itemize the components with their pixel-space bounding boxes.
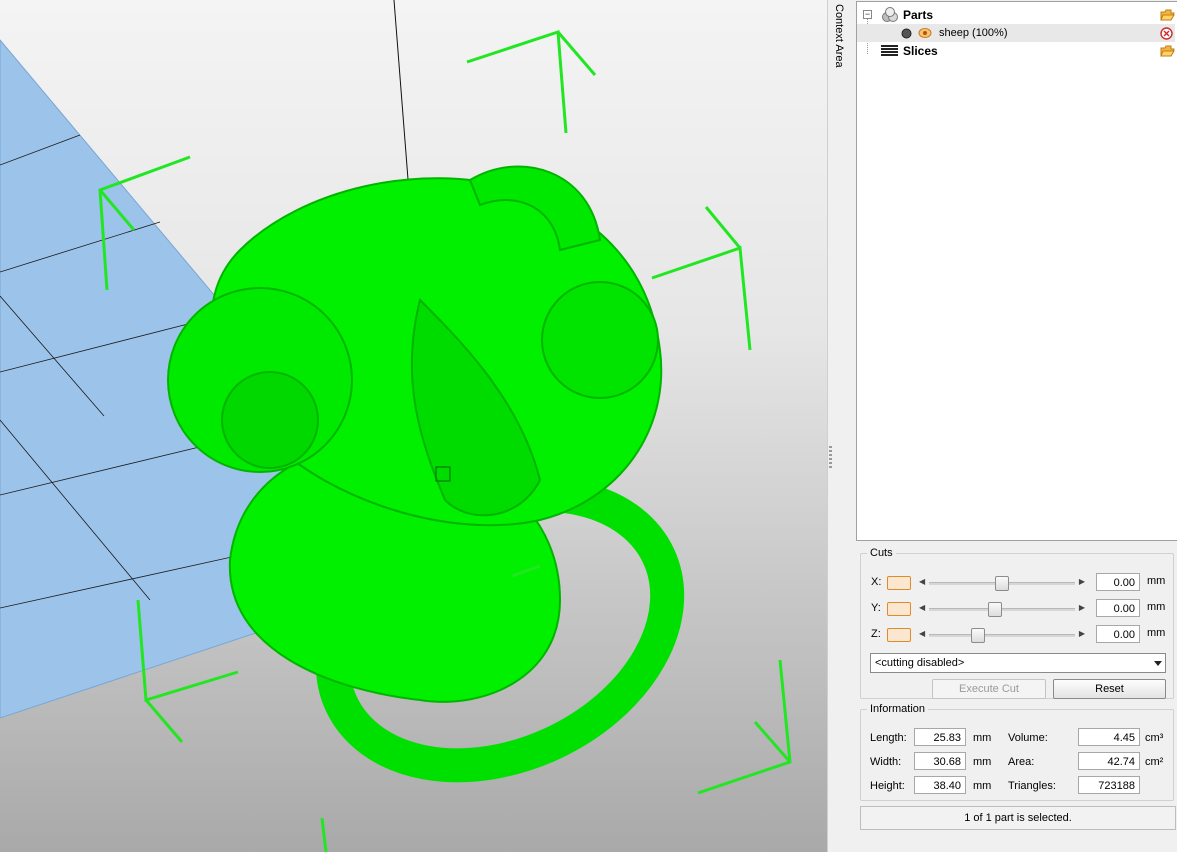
- tree-row-parts[interactable]: − Parts: [857, 6, 1175, 24]
- splitter-grip[interactable]: [829, 446, 832, 470]
- triangles-value: 723188: [1078, 776, 1140, 794]
- part-dot-icon: [901, 28, 912, 39]
- volume-value: 4.45: [1078, 728, 1140, 746]
- tree-row-slices[interactable]: Slices: [857, 42, 1175, 60]
- length-value: 25.83: [914, 728, 966, 746]
- remove-icon[interactable]: [1160, 27, 1173, 40]
- context-area-splitter[interactable]: Context Area: [827, 0, 856, 852]
- slider-thumb[interactable]: [988, 602, 1003, 617]
- length-unit: mm: [973, 732, 992, 744]
- object-tree[interactable]: − Parts sheep (100%) Slices: [856, 1, 1177, 541]
- execute-cut-button[interactable]: Execute Cut: [932, 679, 1046, 699]
- 3d-viewport[interactable]: [0, 0, 827, 852]
- parts-label: Parts: [903, 8, 934, 22]
- height-unit: mm: [973, 780, 992, 792]
- slider-thumb[interactable]: [995, 576, 1009, 591]
- part-name: sheep (100%): [939, 27, 1008, 39]
- width-label: Width:: [870, 756, 902, 768]
- z-axis-line: [393, 0, 411, 206]
- width-unit: mm: [973, 756, 992, 768]
- context-area-label: Context Area: [833, 4, 845, 68]
- folder-open-icon[interactable]: [1160, 9, 1175, 21]
- reset-button[interactable]: Reset: [1053, 679, 1166, 699]
- cut-z-input[interactable]: 0.00: [1096, 625, 1140, 643]
- cut-y-unit: mm: [1147, 601, 1166, 613]
- slider-left-arrow-icon[interactable]: ◀: [919, 603, 925, 612]
- length-label: Length:: [870, 732, 907, 744]
- slices-icon: [881, 45, 898, 56]
- cutting-mode-select[interactable]: <cutting disabled>: [870, 653, 1166, 673]
- slider-thumb[interactable]: [971, 628, 986, 643]
- slider-track[interactable]: [929, 634, 1075, 637]
- scene-canvas[interactable]: [0, 0, 827, 852]
- information-title: Information: [870, 703, 926, 715]
- folder-open-icon[interactable]: [1160, 45, 1175, 57]
- cut-x-unit: mm: [1147, 575, 1166, 587]
- cut-z-unit: mm: [1147, 627, 1166, 639]
- area-value: 42.74: [1078, 752, 1140, 770]
- height-value: 38.40: [914, 776, 966, 794]
- selection-status: 1 of 1 part is selected.: [860, 806, 1176, 830]
- cut-y-slider[interactable]: ◀ ▶: [919, 602, 1085, 617]
- parts-cubes-icon: [882, 7, 898, 22]
- slider-right-arrow-icon[interactable]: ▶: [1079, 603, 1085, 612]
- cut-z-slider[interactable]: ◀ ▶: [919, 628, 1085, 643]
- cut-z-label: Z:: [871, 628, 881, 640]
- triangles-label: Triangles:: [1008, 780, 1056, 792]
- tree-row-sheep[interactable]: sheep (100%): [857, 24, 1175, 42]
- cut-y-input[interactable]: 0.00: [1096, 599, 1140, 617]
- slider-left-arrow-icon[interactable]: ◀: [919, 577, 925, 586]
- volume-label: Volume:: [1008, 732, 1048, 744]
- cutting-mode-value: <cutting disabled>: [875, 657, 965, 669]
- slices-label: Slices: [903, 44, 938, 58]
- cuts-group: Cuts X: ◀ ▶ 0.00 mm Y: ◀ ▶ 0.00 mm Z: ◀: [860, 547, 1174, 699]
- cut-z-toggle[interactable]: [887, 628, 911, 642]
- area-unit: cm²: [1145, 756, 1164, 768]
- slider-right-arrow-icon[interactable]: ▶: [1079, 577, 1085, 586]
- cut-x-label: X:: [871, 576, 882, 588]
- right-panel: − Parts sheep (100%) Slices Cuts X: ◀ ▶ …: [855, 0, 1177, 852]
- context-area-tab[interactable]: Context Area: [833, 4, 853, 84]
- slider-left-arrow-icon[interactable]: ◀: [919, 629, 925, 638]
- volume-unit: cm³: [1145, 732, 1164, 744]
- height-label: Height:: [870, 780, 905, 792]
- cut-y-toggle[interactable]: [887, 602, 911, 616]
- width-value: 30.68: [914, 752, 966, 770]
- slider-right-arrow-icon[interactable]: ▶: [1079, 629, 1085, 638]
- cut-x-input[interactable]: 0.00: [1096, 573, 1140, 591]
- cuts-title: Cuts: [870, 547, 893, 559]
- collapse-toggle[interactable]: −: [863, 10, 872, 19]
- eye-icon[interactable]: [918, 27, 932, 39]
- chevron-down-icon[interactable]: [1154, 661, 1162, 666]
- cut-x-toggle[interactable]: [887, 576, 911, 590]
- cut-x-slider[interactable]: ◀ ▶: [919, 576, 1085, 591]
- area-label: Area:: [1008, 756, 1035, 768]
- cut-y-label: Y:: [871, 602, 881, 614]
- information-group: Information Length: 25.83 mm Width: 30.6…: [860, 703, 1174, 801]
